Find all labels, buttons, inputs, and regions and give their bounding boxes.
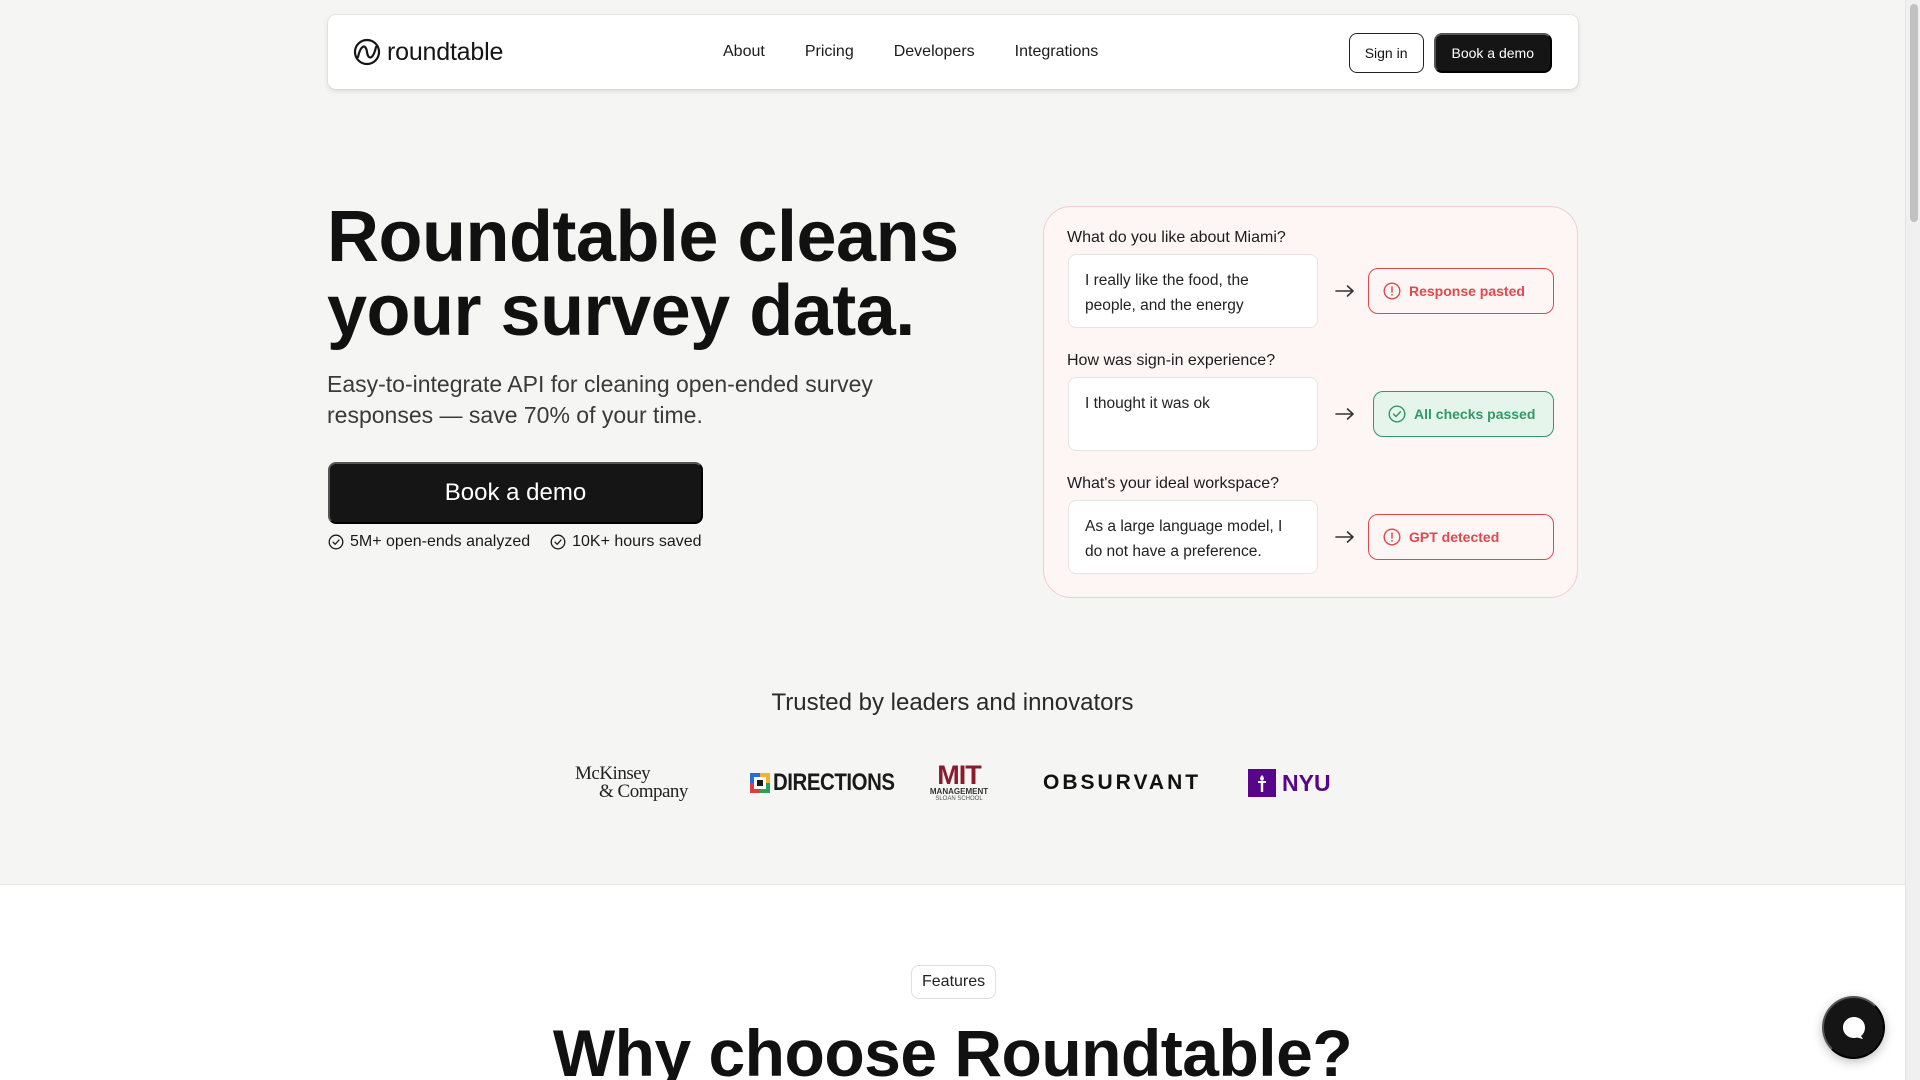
alert-circle-icon [1383, 528, 1401, 546]
nav-link-pricing[interactable]: Pricing [805, 43, 854, 61]
chat-bubble-icon [1842, 1016, 1865, 1039]
roundtable-logo-icon [353, 38, 381, 66]
obsurvant-logo-text: OBSURVANT [1043, 771, 1202, 794]
nav-actions: Sign in Book a demo [1348, 33, 1552, 73]
hero-stats: 5M+ open-ends analyzed 10K+ hours saved [328, 533, 702, 551]
arrow-right-icon [1335, 285, 1354, 297]
directions-mark-icon [750, 773, 770, 793]
survey-question: What's your ideal workspace? [1067, 475, 1280, 492]
nav-link-integrations[interactable]: Integrations [1015, 43, 1099, 61]
mit-logo-subtext: SLOAN SCHOOL [935, 796, 983, 802]
obsurvant-logo: OBSURVANT [1043, 758, 1201, 808]
main-nav: About Pricing Developers Integrations [723, 15, 1098, 89]
directions-logo: DIRECTIONS [750, 758, 916, 808]
page-scrollbar[interactable] [1905, 0, 1920, 1080]
sign-in-button[interactable]: Sign in [1348, 33, 1424, 73]
hero-subtitle-line2: responses — save 70% of your time. [327, 402, 703, 428]
status-label: GPT detected [1409, 529, 1500, 545]
mit-logo-subtext: MANAGEMENT [929, 787, 989, 796]
hero-subtitle: Easy-to-integrate API for cleaning open-… [327, 369, 927, 431]
mckinsey-logo-line2: & Company [599, 781, 688, 802]
hero-book-demo-button[interactable]: Book a demo [328, 462, 703, 524]
answer-line: I really like the food, the [1085, 272, 1249, 289]
mckinsey-logo: McKinsey & Company [575, 758, 701, 808]
arrow-right-icon [1335, 408, 1354, 420]
stat-hours-saved: 10K+ hours saved [550, 533, 702, 551]
alert-circle-icon [1383, 282, 1401, 300]
features-badge: Features [911, 965, 997, 999]
check-circle-icon [550, 534, 566, 550]
status-label: All checks passed [1414, 406, 1536, 422]
status-badge-all-checks-passed: All checks passed [1373, 391, 1554, 437]
mit-logo-text: MIT [937, 760, 981, 790]
hero-subtitle-line1: Easy-to-integrate API for cleaning open-… [327, 371, 873, 397]
arrow-right-icon [1335, 531, 1354, 543]
features-section: Features Why choose Roundtable? [0, 884, 1905, 1080]
top-navbar: roundtable About Pricing Developers Inte… [328, 15, 1578, 89]
stat-open-ends: 5M+ open-ends analyzed [328, 533, 530, 551]
brand-name: roundtable [387, 37, 504, 66]
status-label: Response pasted [1409, 283, 1525, 299]
stat-label: 5M+ open-ends analyzed [350, 533, 531, 550]
nyu-torch-icon [1248, 769, 1276, 797]
nyu-logo-text: NYU [1282, 769, 1331, 796]
answer-line: I thought it was ok [1085, 395, 1210, 412]
survey-answer: As a large language model, I do not have… [1068, 500, 1318, 574]
status-badge-response-pasted: Response pasted [1368, 268, 1554, 314]
hero-title-line2: your survey data. [327, 271, 915, 351]
nav-link-about[interactable]: About [723, 43, 765, 61]
survey-answer: I thought it was ok [1068, 377, 1318, 451]
mit-sloan-logo: MIT MANAGEMENT SLOAN SCHOOL [925, 758, 993, 808]
answer-line: people, and the energy [1085, 297, 1244, 314]
hero-title: Roundtable cleans your survey data. [327, 200, 967, 348]
nyu-logo: NYU [1248, 758, 1331, 808]
trusted-heading: Trusted by leaders and innovators [771, 689, 1134, 716]
directions-logo-text: DIRECTIONS [773, 769, 895, 796]
nav-book-demo-button[interactable]: Book a demo [1433, 33, 1552, 73]
survey-question: What do you like about Miami? [1067, 229, 1286, 246]
survey-demo-card: What do you like about Miami? I really l… [1043, 206, 1578, 598]
features-heading: Why choose Roundtable? [552, 1016, 1353, 1080]
answer-line: As a large language model, I [1085, 518, 1283, 535]
hero-title-line1: Roundtable cleans [327, 197, 959, 277]
stat-label: 10K+ hours saved [572, 533, 702, 550]
answer-line: do not have a preference. [1085, 543, 1262, 560]
survey-question: How was sign-in experience? [1067, 352, 1276, 369]
check-circle-icon [1388, 405, 1406, 423]
customer-logos: McKinsey & Company DIRECTIONS MIT MANAGE… [0, 758, 1905, 808]
scrollbar-thumb[interactable] [1910, 4, 1918, 222]
brand-logo[interactable]: roundtable [353, 38, 503, 67]
survey-answer: I really like the food, the people, and … [1068, 254, 1318, 328]
nav-link-developers[interactable]: Developers [894, 43, 975, 61]
chat-widget-button[interactable] [1822, 996, 1885, 1059]
check-circle-icon [328, 534, 344, 550]
status-badge-gpt-detected: GPT detected [1368, 514, 1554, 560]
